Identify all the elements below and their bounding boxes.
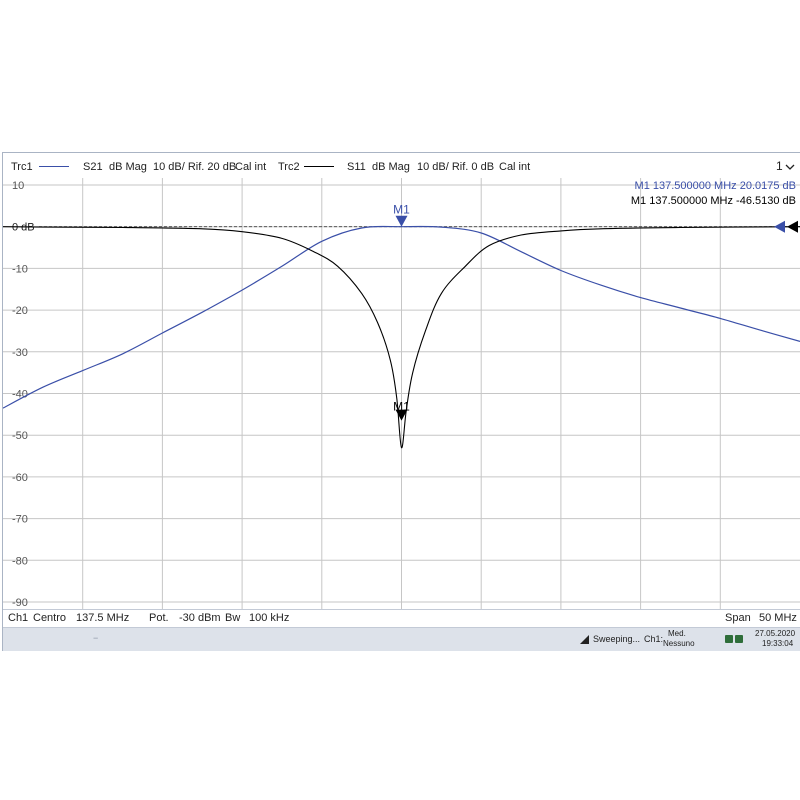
status-collapse-icon[interactable]: −	[93, 633, 98, 643]
plot-area[interactable]: 100 dB-10-20-30-40-50-60-70-80-90 M1 137…	[3, 178, 800, 609]
channel-footer: Ch1 Centro 137.5 MHz Pot. -30 dBm Bw 100…	[3, 609, 800, 627]
bandwidth-value[interactable]: 100 kHz	[249, 612, 289, 624]
y-tick-label: 0 dB	[12, 222, 35, 234]
trc2-swatch	[304, 166, 334, 167]
status-bar: − Sweeping... Ch1: Med. Nessuno 27.05.20…	[3, 627, 800, 651]
trc1-label[interactable]: Trc1	[11, 161, 33, 173]
center-value[interactable]: 137.5 MHz	[76, 612, 129, 624]
marker-m1-label-trc1: M1	[393, 203, 410, 217]
y-tick-label: -60	[12, 472, 28, 484]
status-channel: Ch1:	[644, 634, 664, 644]
y-tick-label: -20	[12, 305, 28, 317]
instrument-status-icon	[725, 635, 743, 643]
trace-header: Trc1 S21 dB Mag 10 dB/ Rif. 20 dB Cal in…	[3, 153, 800, 178]
y-tick-label: 10	[12, 180, 24, 192]
status-time: 19:33:04	[762, 639, 794, 648]
status-date: 27.05.2020	[755, 629, 796, 638]
window-number[interactable]: 1	[776, 159, 783, 173]
chevron-down-icon[interactable]	[785, 164, 795, 171]
average-label: Med.	[668, 629, 686, 638]
trc2-label[interactable]: Trc2	[278, 161, 300, 173]
y-tick-label: -10	[12, 263, 28, 275]
marker-m1-triangle-trc1	[395, 215, 408, 227]
span-value[interactable]: 50 MHz	[759, 612, 797, 624]
y-tick-label: -90	[12, 597, 28, 609]
trc2-cal[interactable]: Cal int	[499, 161, 530, 173]
y-tick-label: -70	[12, 514, 28, 526]
trc1-cal[interactable]: Cal int	[235, 161, 266, 173]
average-value: Nessuno	[663, 639, 695, 648]
grid	[3, 178, 800, 609]
analyzer-screen: Trc1 S21 dB Mag 10 dB/ Rif. 20 dB Cal in…	[2, 152, 800, 651]
marker-readout-trc1: M1 137.500000 MHz 20.0175 dB	[635, 180, 796, 192]
marker-readout-trc2: M1 137.500000 MHz -46.5130 dB	[631, 195, 796, 207]
y-tick-labels: 100 dB-10-20-30-40-50-60-70-80-90	[12, 180, 35, 609]
trc1-swatch	[39, 166, 69, 167]
bandwidth-label[interactable]: Bw	[225, 612, 240, 624]
channel-label[interactable]: Ch1	[8, 612, 28, 624]
span-label[interactable]: Span	[725, 612, 751, 624]
trc1-param[interactable]: S21	[83, 161, 103, 173]
y-tick-label: -50	[12, 430, 28, 442]
ref-arrow-trc2	[787, 220, 798, 233]
power-label[interactable]: Pot.	[149, 612, 169, 624]
sweep-arrow-icon	[580, 635, 589, 644]
ref-arrow-trc1	[774, 220, 785, 233]
y-tick-label: -30	[12, 347, 28, 359]
power-value[interactable]: -30 dBm	[179, 612, 221, 624]
y-tick-label: -80	[12, 555, 28, 567]
marker-m1-label-trc2: M1	[393, 400, 410, 414]
trc1-format[interactable]: dB Mag	[109, 161, 147, 173]
marker-layer	[395, 215, 798, 421]
center-label[interactable]: Centro	[33, 612, 66, 624]
trc2-param[interactable]: S11	[347, 161, 366, 173]
sweep-status: Sweeping...	[593, 634, 641, 644]
trc1-scale[interactable]: 10 dB/ Rif. 20 dB	[153, 161, 236, 173]
trc2-format[interactable]: dB Mag	[372, 161, 410, 173]
trc2-scale[interactable]: 10 dB/ Rif. 0 dB	[417, 161, 494, 173]
